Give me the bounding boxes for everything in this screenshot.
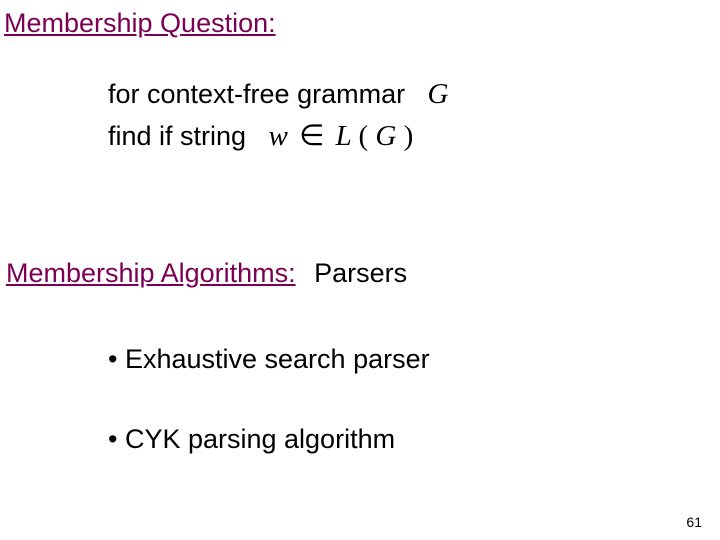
page-number: 61 — [686, 514, 702, 530]
find-string-text: find if string — [108, 121, 246, 151]
math-expr: w ∈ L ( G ) — [269, 120, 414, 152]
math-G2: G — [375, 120, 396, 152]
cfg-line: for context-free grammar G — [108, 78, 449, 111]
parsers-label: Parsers — [314, 258, 407, 288]
bullet-cyk: • CYK parsing algorithm — [108, 424, 395, 455]
math-L: L — [336, 120, 352, 152]
bullet-exhaustive-search: • Exhaustive search parser — [108, 344, 430, 375]
find-string-line: find if string w ∈ L ( G ) — [108, 118, 413, 153]
membership-algorithms-heading: Membership Algorithms: — [6, 258, 296, 288]
math-close-paren: ) — [404, 120, 414, 152]
membership-question-heading: Membership Question: — [4, 8, 276, 39]
slide: Membership Question: for context-free gr… — [0, 0, 720, 540]
membership-algorithms-line: Membership Algorithms: Parsers — [6, 258, 407, 289]
math-in: ∈ — [299, 120, 324, 152]
math-open-paren: ( — [358, 120, 368, 152]
math-G: G — [428, 78, 449, 110]
math-w: w — [269, 120, 288, 152]
cfg-text: for context-free grammar — [108, 79, 405, 109]
